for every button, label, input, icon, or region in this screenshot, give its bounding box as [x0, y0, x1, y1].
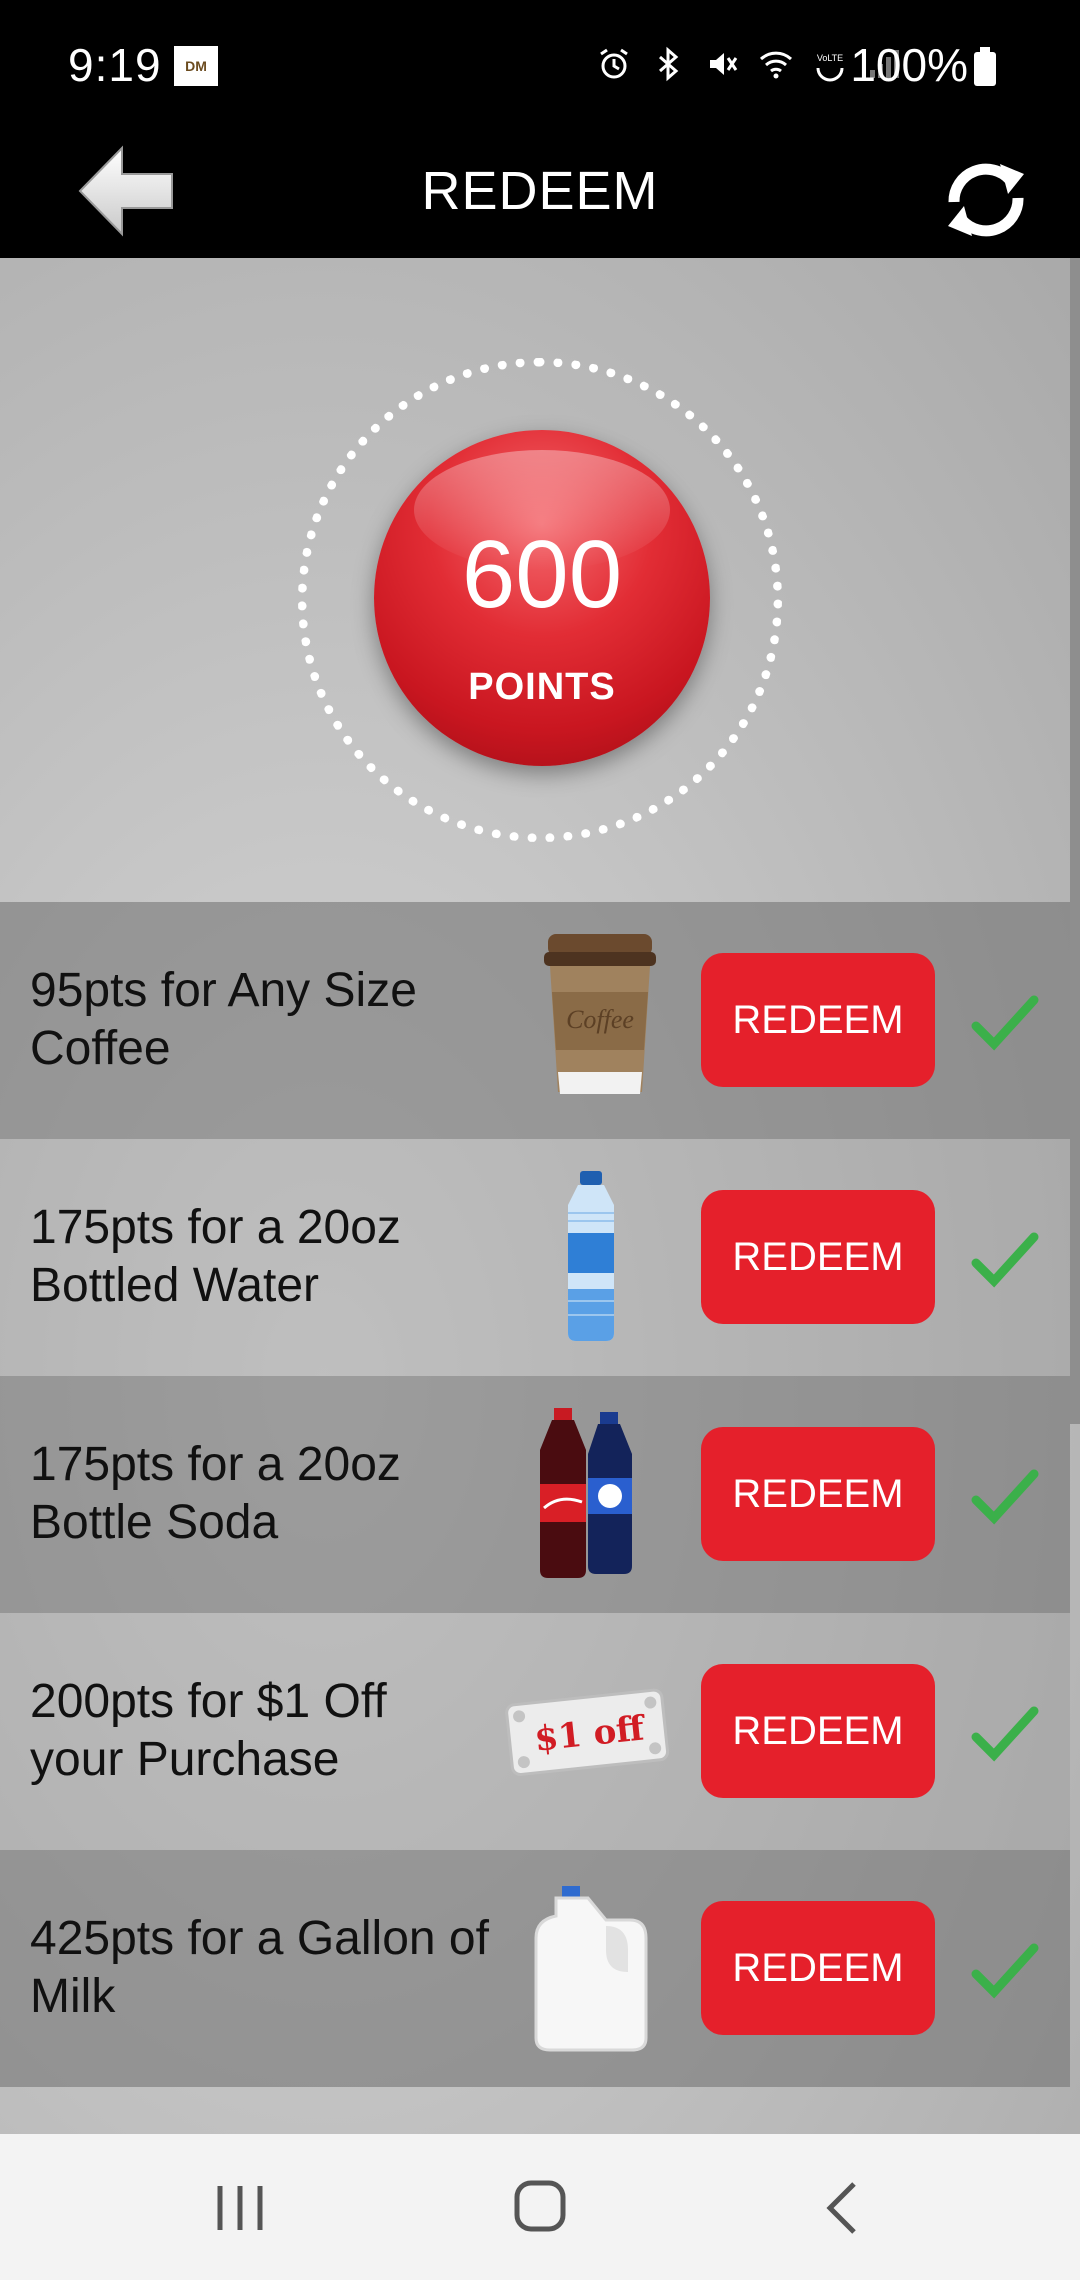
points-label: POINTS — [468, 666, 616, 708]
points-badge: 600 POINTS — [374, 430, 710, 766]
check-icon — [971, 995, 1039, 1051]
recent-apps-icon[interactable] — [210, 2180, 270, 2236]
points-value: 600 — [461, 521, 623, 628]
redeem-button[interactable]: REDEEM — [701, 953, 935, 1087]
check-icon — [971, 1469, 1039, 1525]
reward-description: 95pts for Any Size Coffee — [30, 964, 417, 1075]
mute-icon — [710, 53, 738, 75]
app-header: REDEEM — [0, 140, 1080, 258]
redeem-button[interactable]: REDEEM — [701, 1190, 935, 1324]
battery-percent: 100% — [850, 39, 968, 91]
main-content[interactable]: 600 POINTS 95pts for Any Size Coffee Cof… — [0, 258, 1080, 2134]
reward-description: 200pts for $1 Off your Purchase — [30, 1675, 387, 1786]
check-icon — [971, 1706, 1039, 1762]
check-icon — [971, 1943, 1039, 1999]
volte-icon: VoLTE — [816, 53, 844, 82]
system-nav-bar — [0, 2134, 1080, 2280]
page-title: REDEEM — [421, 161, 659, 221]
svg-text:VoLTE: VoLTE — [817, 53, 843, 63]
soda-bottles-image — [540, 1408, 632, 1578]
redeem-button[interactable]: REDEEM — [701, 1664, 935, 1798]
reward-description: 425pts for a Gallon of Milk — [30, 1912, 489, 2023]
list-item: 175pts for a 20oz Bottle Soda REDEEM — [0, 1376, 1070, 1613]
battery-icon — [974, 47, 996, 86]
redeem-button[interactable]: REDEEM — [701, 1901, 935, 2035]
list-item: 95pts for Any Size Coffee Coffee REDEEM — [0, 902, 1070, 1139]
dollar-off-coupon-image: $1 off — [505, 1688, 670, 1776]
app-notification-badge: DM — [174, 46, 218, 86]
reward-description: 175pts for a 20oz Bottled Water — [30, 1201, 401, 1312]
scrollbar[interactable] — [1070, 258, 1080, 1424]
coffee-label: Coffee — [566, 1005, 634, 1034]
refresh-icon[interactable] — [936, 150, 1036, 250]
water-bottle-image — [568, 1171, 614, 1341]
status-bar: 9:19 DM VoLTE 100% — [0, 0, 1080, 140]
nav-back-icon[interactable] — [818, 2178, 868, 2238]
home-icon[interactable] — [512, 2178, 568, 2234]
alarm-icon — [600, 48, 628, 79]
reward-list: 95pts for Any Size Coffee Coffee REDEEM … — [0, 902, 1070, 2087]
list-item: 425pts for a Gallon of Milk REDEEM — [0, 1850, 1070, 2087]
reward-description: 175pts for a 20oz Bottle Soda — [30, 1438, 401, 1549]
wifi-icon — [759, 51, 793, 79]
bluetooth-icon — [659, 46, 679, 82]
list-item: 200pts for $1 Off your Purchase $1 off R… — [0, 1613, 1070, 1850]
status-time: 9:19 — [68, 39, 162, 91]
coffee-cup-image: Coffee — [544, 934, 656, 1094]
milk-gallon-image — [534, 1886, 648, 2052]
check-icon — [971, 1232, 1039, 1288]
redeem-button[interactable]: REDEEM — [701, 1427, 935, 1561]
list-item: 175pts for a 20oz Bottled Water REDEEM — [0, 1139, 1070, 1376]
